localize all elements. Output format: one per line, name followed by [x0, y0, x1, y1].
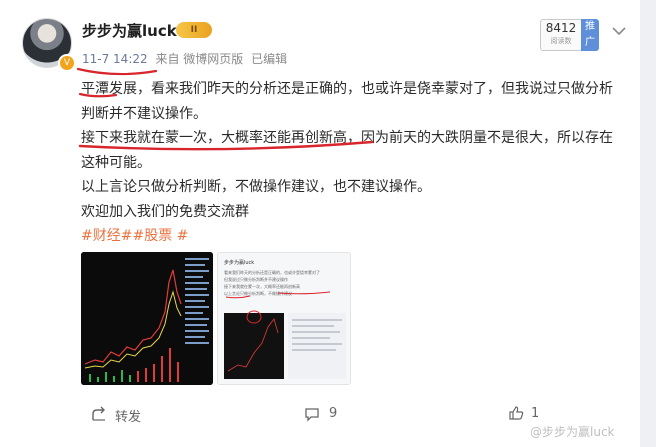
like-count[interactable]: 1	[531, 406, 539, 421]
post-meta: 11-7 14:22 来自 微博网页版 已编辑	[82, 50, 291, 67]
scrollbar[interactable]	[640, 0, 656, 447]
post-paragraph: 以上言论只做分析判断，不做操作建议，也不建议操作。	[81, 179, 431, 195]
repost-icon[interactable]	[91, 406, 107, 422]
post-time-link[interactable]: 11-7 14:22	[82, 52, 148, 66]
post-image-chart[interactable]	[81, 252, 213, 385]
post-images: 步步为赢luck 看来我们昨天的分析还是正确的，也或许是侥幸蒙对了 但我说过只做…	[81, 252, 351, 385]
post-image-screenshot[interactable]: 步步为赢luck 看来我们昨天的分析还是正确的，也或许是侥幸蒙对了 但我说过只做…	[217, 252, 351, 385]
vip-level: II	[190, 25, 198, 35]
promote-button[interactable]: 推广	[581, 19, 599, 51]
read-count-label: 阅读数	[550, 37, 572, 45]
read-count-box: 8412 阅读数	[540, 19, 582, 51]
username[interactable]: 步步为赢luck	[82, 20, 177, 41]
topic-tags[interactable]: #财经##股票 #	[81, 224, 626, 249]
comment-icon[interactable]	[304, 406, 320, 422]
edited-label[interactable]: 已编辑	[251, 52, 287, 66]
weibo-post-card: V 步步为赢luck II 11-7 14:22 来自 微博网页版 已编辑 84…	[0, 0, 640, 447]
screenshot-graphics	[224, 291, 346, 379]
post-paragraph: 欢迎加入我们的免费交流群	[81, 203, 249, 220]
post-source: 来自 微博网页版	[155, 52, 244, 66]
read-count: 8412	[545, 21, 577, 35]
verified-badge-icon: V	[58, 54, 76, 72]
highlight-underline-annotation	[78, 92, 374, 151]
watermark: @步步为赢luck	[530, 425, 615, 439]
vip-crown-icon[interactable]: II	[176, 22, 212, 38]
chevron-down-icon[interactable]	[612, 26, 626, 36]
like-icon[interactable]	[508, 405, 524, 421]
comment-count[interactable]: 9	[329, 406, 337, 421]
repost-label[interactable]: 转发	[115, 406, 141, 425]
stock-chart-graphic	[81, 252, 213, 385]
